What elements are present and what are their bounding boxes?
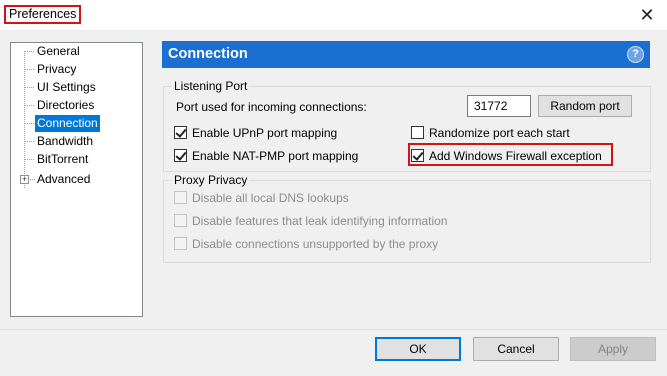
tree-item-general[interactable]: General — [35, 43, 82, 60]
tree-item-directories[interactable]: Directories — [35, 97, 96, 114]
firewall-exception-checkbox[interactable] — [411, 149, 424, 162]
button-bar — [0, 329, 667, 376]
upnp-checkbox-row[interactable]: Enable UPnP port mapping — [174, 125, 337, 140]
tree-item-bandwidth[interactable]: Bandwidth — [35, 133, 95, 150]
disable-dns-label: Disable all local DNS lookups — [192, 190, 349, 205]
disable-leak-features-checkbox[interactable] — [174, 214, 187, 227]
disable-dns-checkbox[interactable] — [174, 191, 187, 204]
ok-button[interactable]: OK — [375, 337, 461, 361]
apply-button[interactable]: Apply — [570, 337, 656, 361]
cancel-button[interactable]: Cancel — [473, 337, 559, 361]
listening-port-group-label: Listening Port — [172, 79, 250, 93]
randomize-port-label: Randomize port each start — [429, 125, 570, 140]
proxy-privacy-group-label: Proxy Privacy — [172, 173, 250, 187]
tree-item-bittorrent[interactable]: BitTorrent — [35, 151, 90, 168]
tree-item-connection[interactable]: Connection — [35, 115, 100, 132]
disable-leak-features-label: Disable features that leak identifying i… — [192, 213, 448, 228]
upnp-label: Enable UPnP port mapping — [192, 125, 338, 140]
randomize-port-checkbox[interactable] — [411, 126, 424, 139]
tree-item-privacy[interactable]: Privacy — [35, 61, 78, 78]
disable-leak-features-checkbox-row[interactable]: Disable features that leak identifying i… — [174, 213, 447, 228]
port-input[interactable]: 31772 — [467, 95, 531, 117]
disable-unsupported-connections-checkbox[interactable] — [174, 237, 187, 250]
panel-title: Connection — [168, 46, 248, 62]
firewall-exception-label: Add Windows Firewall exception — [429, 148, 602, 163]
disable-unsupported-connections-label: Disable connections unsupported by the p… — [192, 236, 439, 251]
title-bar: Preferences ✕ — [0, 0, 667, 30]
window-title: Preferences — [4, 5, 82, 24]
help-icon[interactable]: ? — [627, 46, 644, 63]
panel-header: Connection ? — [162, 41, 650, 68]
close-button[interactable]: ✕ — [631, 0, 663, 30]
category-tree: General Privacy UI Settings Directories … — [10, 42, 143, 317]
upnp-checkbox[interactable] — [174, 126, 187, 139]
port-label: Port used for incoming connections: — [176, 100, 367, 114]
firewall-exception-checkbox-row[interactable]: Add Windows Firewall exception — [411, 148, 602, 163]
nat-pmp-checkbox-row[interactable]: Enable NAT-PMP port mapping — [174, 148, 358, 163]
nat-pmp-checkbox[interactable] — [174, 149, 187, 162]
tree-item-advanced[interactable]: Advanced — [35, 171, 92, 188]
expand-icon[interactable]: + — [20, 175, 29, 184]
dialog-body: General Privacy UI Settings Directories … — [0, 30, 667, 376]
disable-unsupported-connections-checkbox-row[interactable]: Disable connections unsupported by the p… — [174, 236, 438, 251]
random-port-button[interactable]: Random port — [538, 95, 632, 117]
disable-dns-checkbox-row[interactable]: Disable all local DNS lookups — [174, 190, 349, 205]
tree-item-ui-settings[interactable]: UI Settings — [35, 79, 98, 96]
randomize-port-checkbox-row[interactable]: Randomize port each start — [411, 125, 570, 140]
nat-pmp-label: Enable NAT-PMP port mapping — [192, 148, 359, 163]
close-icon: ✕ — [639, 4, 655, 25]
